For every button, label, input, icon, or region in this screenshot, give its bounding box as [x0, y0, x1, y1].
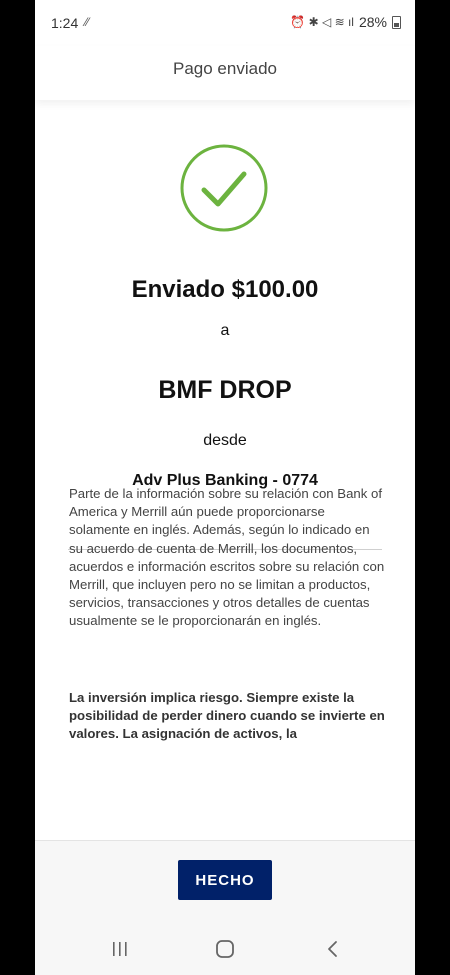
header: Pago enviado [35, 46, 415, 100]
sent-amount: Enviado $100.00 [131, 276, 319, 303]
system-nav-bar [35, 929, 415, 969]
recipient-name: BMF DROP [158, 376, 292, 404]
home-icon[interactable] [205, 929, 245, 969]
status-icons: ⏰ ✱ ◁ ≋ ıl 28% [290, 14, 401, 30]
disclosure-text: Parte de la información sobre su relació… [69, 486, 385, 629]
status-time: 1:24 [51, 15, 79, 31]
status-indicator-icons: ⏰ ✱ ◁ ≋ ıl [290, 15, 354, 29]
mute-icon: ⁄⁄ [85, 15, 90, 29]
phone-screen: 1:24 ⁄⁄ ⏰ ✱ ◁ ≋ ıl 28% Pago enviado Envi… [35, 0, 415, 975]
investment-risk-text: La inversión implica riesgo. Siempre exi… [69, 690, 385, 742]
to-label: a [220, 322, 230, 339]
battery-percent: 28% [358, 14, 387, 30]
recent-apps-icon[interactable] [100, 929, 140, 969]
success-check-icon [180, 144, 268, 232]
footer: HECHO [35, 840, 415, 975]
status-bar: 1:24 ⁄⁄ ⏰ ✱ ◁ ≋ ıl 28% [35, 0, 415, 46]
battery-icon [392, 15, 401, 29]
done-button[interactable]: HECHO [178, 860, 272, 900]
back-icon[interactable] [313, 929, 353, 969]
page-title: Pago enviado [173, 59, 277, 78]
from-label: desde [203, 432, 247, 449]
